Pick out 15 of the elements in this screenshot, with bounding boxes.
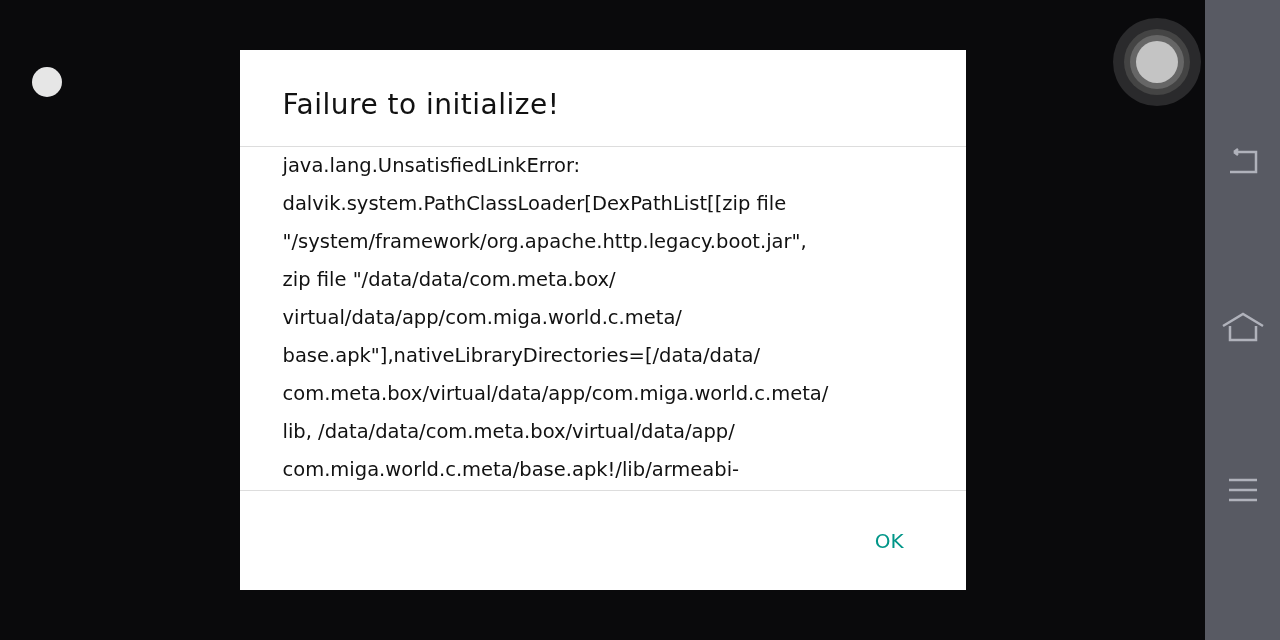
home-icon[interactable] xyxy=(1220,312,1265,342)
error-message-line: com.meta.box/virtual/data/app/com.miga.world.c.meta/ xyxy=(282,381,829,407)
error-message-line: zip file "/data/data/com.meta.box/ xyxy=(282,267,616,293)
dialog-title: Failure to initialize! xyxy=(281,87,561,123)
floating-dot xyxy=(32,67,62,97)
error-message-line: base.apk"],nativeLibraryDirectories=[/data/data/ xyxy=(282,343,761,369)
error-message-line: "/system/framework/org.apache.http.legacy.boot.jar", xyxy=(282,229,807,255)
ok-button[interactable]: OK xyxy=(862,522,916,559)
error-message-line: virtual/data/app/com.miga.world.c.meta/ xyxy=(282,305,682,331)
error-message-line: dalvik.system.PathClassLoader[DexPathList[[zip file xyxy=(282,191,787,217)
error-message-line: lib, /data/data/com.meta.box/virtual/data/app/ xyxy=(282,419,735,445)
menu-icon[interactable] xyxy=(1226,478,1259,502)
assistive-touch-button[interactable] xyxy=(1112,17,1202,107)
error-message-line: com.miga.world.c.meta/base.apk!/lib/armeabi- xyxy=(282,457,740,483)
error-message-line: java.lang.UnsatisfiedLinkError: xyxy=(282,153,581,179)
